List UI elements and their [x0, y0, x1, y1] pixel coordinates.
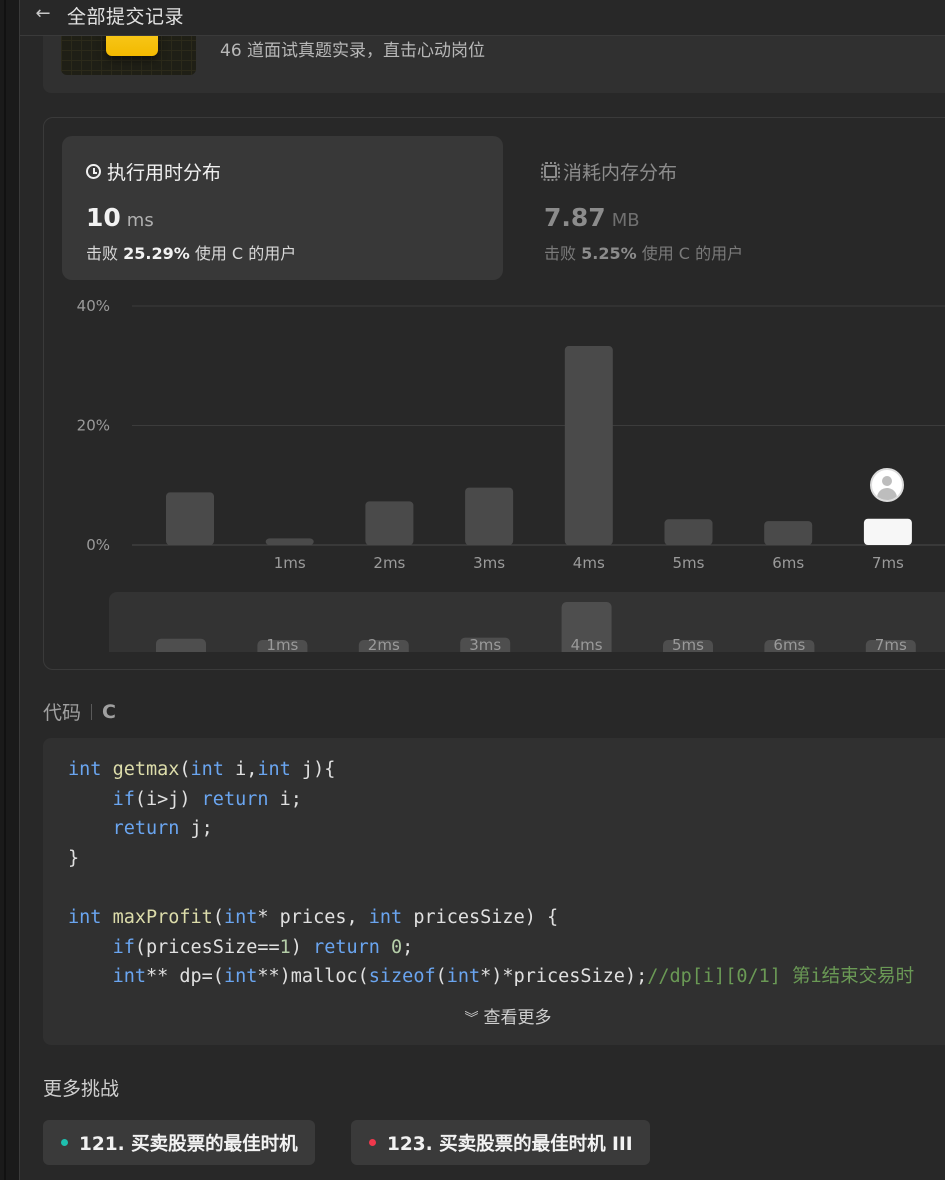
memory-title: 消耗内存分布: [563, 162, 678, 184]
bar-5ms[interactable]: [664, 519, 713, 545]
code-section-header: 代码 C: [43, 698, 116, 725]
code-text: int getmax(int i,int j){ if(i>j) return …: [68, 759, 915, 988]
code-label: 代码: [43, 702, 82, 724]
nav-tick-label: 1ms: [266, 636, 298, 652]
double-chevron-down-icon: ︾: [464, 1011, 479, 1027]
x-tick-label: 1ms: [274, 554, 306, 572]
header-bar: ← 全部提交记录: [20, 0, 945, 36]
chart-range-navigator[interactable]: 1ms 2ms 3ms 4ms 5ms 6ms 7ms: [109, 592, 945, 652]
clock-icon: [86, 164, 101, 179]
code-language: C: [102, 700, 116, 723]
stats-card: 执行用时分布 10 ms 击败 25.29% 使用 C 的用户 消耗内存分布 7.…: [43, 117, 945, 670]
x-tick-label: 2ms: [373, 554, 405, 572]
runtime-unit: ms: [126, 210, 154, 231]
challenge-chip-123[interactable]: 123. 买卖股票的最佳时机 III: [351, 1120, 650, 1165]
runtime-beat-pct: 25.29%: [123, 244, 190, 263]
cpu-chip-icon: [541, 162, 560, 181]
difficulty-dot: [369, 1139, 376, 1146]
more-challenges-title: 更多挑战: [43, 1078, 120, 1100]
x-tick-label: 5ms: [673, 554, 705, 572]
y-tick-label: 20%: [77, 417, 110, 435]
nav-tick-label: 4ms: [571, 636, 603, 652]
nav-tick-label: 2ms: [368, 636, 400, 652]
bar-2ms[interactable]: [365, 501, 414, 545]
page-title[interactable]: 全部提交记录: [67, 2, 184, 29]
code-block[interactable]: int getmax(int i,int j){ if(i>j) return …: [43, 738, 945, 1045]
runtime-distribution-chart: 40% 20% 0% 1ms 2ms 3ms 4ms 5ms 6ms 7ms: [44, 288, 945, 588]
memory-beat-pct: 5.25%: [581, 244, 637, 263]
memory-metric-card[interactable]: 消耗内存分布 7.87 MB 击败 5.25% 使用 C 的用户: [541, 136, 944, 280]
left-rail: [0, 0, 20, 1180]
challenge-chip-121[interactable]: 121. 买卖股票的最佳时机: [43, 1120, 315, 1165]
nav-tick-label: 6ms: [773, 636, 805, 652]
y-tick-label: 40%: [77, 297, 110, 315]
user-avatar-icon: [870, 468, 904, 502]
runtime-beat: 击败 25.29% 使用 C 的用户: [86, 244, 297, 263]
nav-tick-label: 7ms: [875, 636, 907, 652]
nav-bar-0ms: [156, 638, 206, 652]
x-tick-label: 4ms: [573, 554, 605, 572]
promo-subtitle: 46 道面试真题实录，直击心动岗位: [220, 41, 486, 61]
bar-4ms[interactable]: [564, 346, 613, 545]
bar-3ms[interactable]: [465, 487, 514, 545]
bar-7ms[interactable]: [863, 518, 912, 545]
challenge-label: 123. 买卖股票的最佳时机 III: [387, 1133, 633, 1155]
memory-unit: MB: [611, 210, 640, 231]
bar-0ms[interactable]: [166, 492, 214, 545]
runtime-title: 执行用时分布: [107, 162, 222, 184]
nav-tick-label: 5ms: [672, 636, 704, 652]
difficulty-dot: [61, 1139, 68, 1146]
back-arrow-icon[interactable]: ←: [32, 2, 54, 24]
y-tick-label: 0%: [86, 536, 110, 554]
bar-1ms[interactable]: [265, 538, 314, 545]
bar-6ms[interactable]: [764, 521, 813, 545]
x-tick-label: 7ms: [872, 554, 904, 572]
x-tick-label: 6ms: [772, 554, 804, 572]
x-tick-label: 3ms: [473, 554, 505, 572]
show-more-button[interactable]: ︾ 查看更多: [43, 1003, 945, 1028]
runtime-metric-card[interactable]: 执行用时分布 10 ms 击败 25.29% 使用 C 的用户: [62, 136, 503, 280]
memory-value: 7.87 MB: [544, 203, 640, 232]
challenge-label: 121. 买卖股票的最佳时机: [79, 1133, 298, 1155]
nav-tick-label: 3ms: [469, 636, 501, 652]
runtime-value: 10 ms: [86, 203, 154, 232]
memory-beat: 击败 5.25% 使用 C 的用户: [544, 244, 744, 263]
